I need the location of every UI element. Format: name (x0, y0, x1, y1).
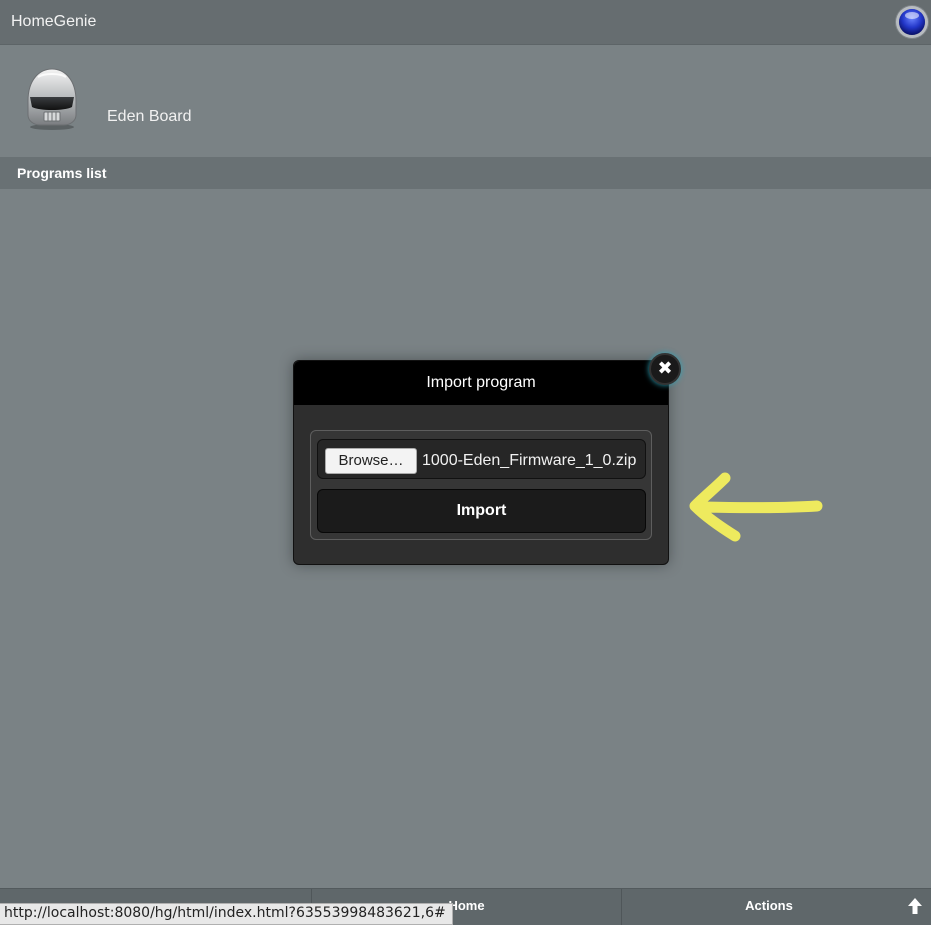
up-arrow-icon[interactable] (907, 897, 923, 915)
section-title: Programs list (17, 165, 107, 181)
browse-button[interactable]: Browse… (325, 448, 417, 474)
robot-helmet-icon (27, 68, 77, 130)
dialog-title: Import program (426, 374, 536, 391)
close-icon[interactable]: ✖ (649, 353, 681, 385)
selected-file-name: 1000-Eden_Firmware_1_0.zip (422, 452, 637, 469)
app-title: HomeGenie (11, 13, 97, 30)
dialog-header: Import program (294, 361, 668, 405)
import-button[interactable]: Import (317, 489, 646, 533)
status-orb-icon[interactable] (899, 9, 925, 35)
device-header: Eden Board (0, 45, 931, 157)
dialog-body: Browse… 1000-Eden_Firmware_1_0.zip Impor… (310, 430, 652, 540)
import-program-dialog: Import program ✖ Browse… 1000-Eden_Firmw… (293, 353, 681, 565)
device-name: Eden Board (107, 108, 192, 125)
file-input[interactable]: Browse… 1000-Eden_Firmware_1_0.zip (317, 439, 646, 479)
top-bar: HomeGenie (0, 0, 931, 45)
tab-actions[interactable]: Actions (622, 889, 916, 925)
programs-list-header: Programs list (0, 157, 931, 189)
status-bar-url: http://localhost:8080/hg/html/index.html… (0, 903, 453, 925)
app-window: HomeGenie Eden Board Programs list Impor… (0, 0, 931, 925)
yellow-arrow-annotation (689, 472, 823, 542)
